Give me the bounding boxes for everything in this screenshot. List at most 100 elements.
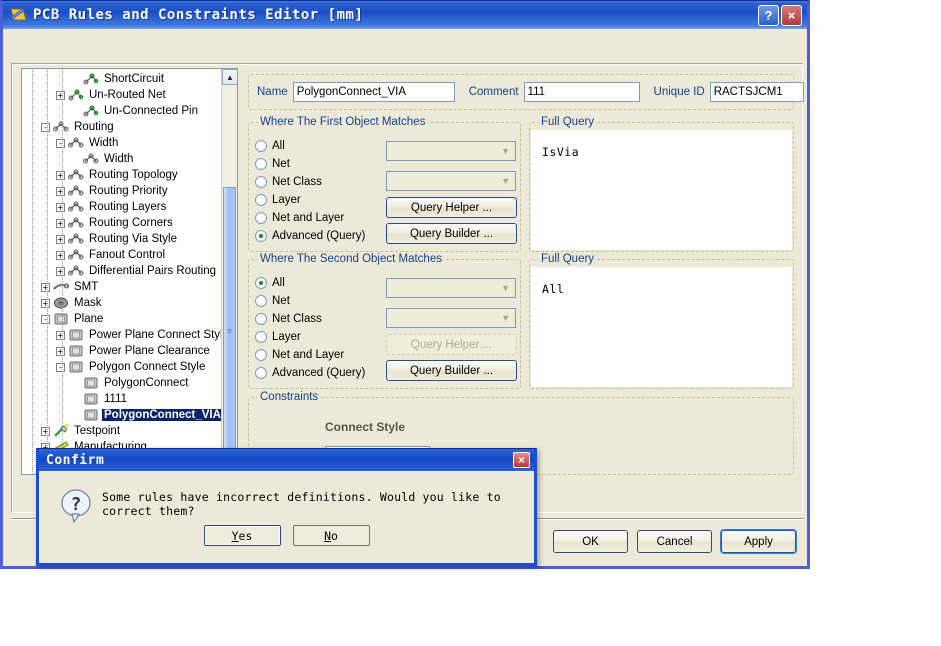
tree-item-label: Routing Via Style <box>89 233 178 245</box>
routing-icon <box>68 168 84 182</box>
tree-item[interactable]: + Routing Topology <box>22 167 222 183</box>
radio-indicator-selected <box>255 277 267 289</box>
radio-label: Net Class <box>272 313 322 325</box>
tree-item[interactable]: + Power Plane Clearance <box>22 343 222 359</box>
first-object-radio-net-class[interactable]: Net Class <box>255 173 383 191</box>
confirm-dialog-buttons: Yes No <box>39 525 534 546</box>
collapse-icon[interactable]: - <box>56 362 65 372</box>
plane-icon <box>68 360 84 374</box>
tree-item[interactable]: + Testpoint <box>22 423 222 439</box>
cancel-button[interactable]: Cancel <box>637 530 712 553</box>
close-icon[interactable]: × <box>513 452 530 468</box>
close-icon[interactable]: × <box>781 4 802 26</box>
expand-icon[interactable]: + <box>56 218 65 228</box>
tree-item[interactable]: + Routing Corners <box>22 215 222 231</box>
tree-item[interactable]: + Un-Routed Net <box>22 87 222 103</box>
second-object-radio-layer[interactable]: Layer <box>255 328 383 346</box>
tree-item[interactable]: - Polygon Connect Style <box>22 359 222 375</box>
tree-item[interactable]: + Fanout Control <box>22 247 222 263</box>
tree-guide-line <box>62 69 63 474</box>
collapse-icon[interactable]: - <box>56 138 65 148</box>
expand-icon[interactable]: + <box>56 330 65 340</box>
apply-button[interactable]: Apply <box>721 530 796 553</box>
tree-item[interactable]: + SMT <box>22 279 222 295</box>
radio-label: All <box>272 277 285 289</box>
expand-icon[interactable]: + <box>56 266 65 276</box>
no-button[interactable]: No <box>292 525 370 546</box>
scrollbar-thumb[interactable]: ≡ <box>223 187 236 474</box>
window-title-bar[interactable]: PCB Rules and Constraints Editor [mm] ? … <box>3 1 807 29</box>
tree-item[interactable]: Un-Connected Pin <box>22 103 222 119</box>
tree-item[interactable]: + Routing Via Style <box>22 231 222 247</box>
collapse-icon[interactable]: - <box>41 122 50 132</box>
radio-label: Advanced (Query) <box>272 230 366 242</box>
expand-icon[interactable]: + <box>56 250 65 260</box>
editor-panel: ShortCircuit + Un-Routed Net Un-Connected P… <box>11 63 804 513</box>
tree-vertical-scrollbar[interactable]: ▲ ≡ <box>221 69 237 474</box>
tree-item-label: Width <box>104 153 134 165</box>
tree-item[interactable]: + Mask <box>22 295 222 311</box>
first-object-query-builder-button[interactable]: Query Builder ... <box>386 223 517 244</box>
radio-label: Net <box>272 295 290 307</box>
expand-icon[interactable]: + <box>56 202 65 212</box>
ok-button[interactable]: OK <box>553 530 628 553</box>
first-object-query-helper-button[interactable]: Query Helper ... <box>386 197 517 218</box>
collapse-icon[interactable]: - <box>41 314 50 324</box>
first-object-radio-advanced-query[interactable]: Advanced (Query) <box>255 227 383 245</box>
tree-item[interactable]: 1111 <box>22 391 222 407</box>
tree-item[interactable]: PolygonConnect <box>22 375 222 391</box>
tree-item-selected[interactable]: PolygonConnect_VIA <box>22 407 223 423</box>
first-object-net-combo[interactable]: ▼ <box>386 141 516 161</box>
rules-tree[interactable]: ShortCircuit + Un-Routed Net Un-Connected P… <box>22 69 229 474</box>
expand-icon[interactable]: + <box>56 346 65 356</box>
second-object-radio-advanced-query[interactable]: Advanced (Query) <box>255 364 383 382</box>
second-object-radio-group[interactable]: All Net Net Class Layer Net and Layer Ad… <box>255 274 383 382</box>
routing-icon <box>68 136 84 150</box>
expand-icon[interactable]: + <box>56 234 65 244</box>
full-query-first-field[interactable]: IsVia <box>531 130 792 250</box>
first-object-radio-layer[interactable]: Layer <box>255 191 383 209</box>
second-object-radio-net[interactable]: Net <box>255 292 383 310</box>
second-object-net-class-combo[interactable]: ▼ <box>386 308 516 328</box>
expand-icon[interactable]: + <box>41 282 50 292</box>
tree-item[interactable]: Width <box>22 151 222 167</box>
constraints-legend: Constraints <box>257 391 322 403</box>
second-object-radio-all[interactable]: All <box>255 274 383 292</box>
tree-item[interactable]: - Plane <box>22 311 222 327</box>
expand-icon[interactable]: + <box>56 186 65 196</box>
tree-item[interactable]: + Differential Pairs Routing <box>22 263 222 279</box>
expand-icon[interactable]: + <box>41 426 50 436</box>
first-object-net-class-combo[interactable]: ▼ <box>386 171 516 191</box>
tree-item[interactable]: ShortCircuit <box>22 71 222 87</box>
second-object-query-builder-button[interactable]: Query Builder ... <box>386 360 517 381</box>
first-object-radio-net-and-layer[interactable]: Net and Layer <box>255 209 383 227</box>
help-button[interactable]: ? <box>758 4 779 26</box>
routing-icon <box>83 152 99 166</box>
second-object-radio-net-and-layer[interactable]: Net and Layer <box>255 346 383 364</box>
tree-item[interactable]: - Routing <box>22 119 222 135</box>
rule-name-input[interactable] <box>292 82 455 102</box>
first-object-radio-net[interactable]: Net <box>255 155 383 173</box>
confirm-dialog-title-bar[interactable]: Confirm × <box>39 449 534 471</box>
yes-button[interactable]: Yes <box>203 525 281 546</box>
tree-item[interactable]: + Routing Priority <box>22 183 222 199</box>
expand-icon[interactable]: + <box>41 298 50 308</box>
first-object-radio-group[interactable]: All Net Net Class Layer Net and Layer Ad… <box>255 137 383 245</box>
scroll-up-icon[interactable]: ▲ <box>222 69 237 85</box>
expand-icon[interactable]: + <box>56 90 65 100</box>
first-object-radio-all[interactable]: All <box>255 137 383 155</box>
rule-identity-row: Name Comment Unique ID <box>248 74 804 110</box>
expand-icon[interactable]: + <box>56 170 65 180</box>
rule-unique-id-input[interactable] <box>709 82 804 102</box>
tree-item[interactable]: + Routing Layers <box>22 199 222 215</box>
second-object-net-combo[interactable]: ▼ <box>386 278 516 298</box>
net-rule-icon <box>83 104 99 118</box>
plane-icon <box>53 312 69 326</box>
tree-item[interactable]: - Width <box>22 135 222 151</box>
tree-item[interactable]: + Power Plane Connect Style <box>22 327 229 343</box>
full-query-second-field[interactable]: All <box>531 267 792 387</box>
second-object-radio-net-class[interactable]: Net Class <box>255 310 383 328</box>
rule-comment-input[interactable] <box>523 82 640 102</box>
